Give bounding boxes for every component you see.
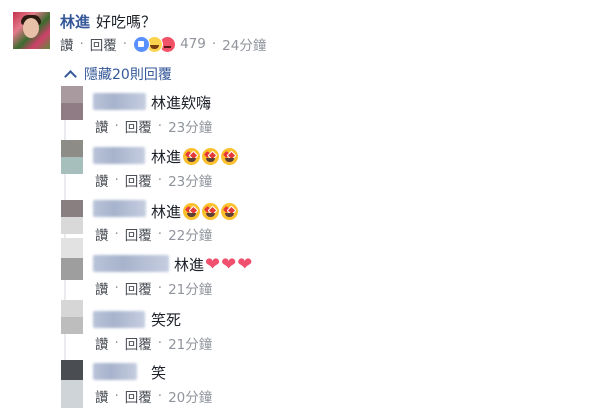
- reply-like-button[interactable]: 讚: [95, 278, 109, 298]
- reply-reply-button[interactable]: 回覆: [125, 386, 152, 406]
- comment-actions: 讚 · 回覆 · 479 · 24分鐘: [60, 34, 266, 54]
- reply-text-row: 林進: [151, 146, 239, 167]
- separator-dot: ·: [157, 226, 163, 242]
- reply-actions: 讚 · 回覆 · 21分鐘: [95, 278, 212, 298]
- reply-text: 笑: [151, 364, 167, 382]
- reply-like-button[interactable]: 讚: [95, 386, 109, 406]
- reply-timestamp[interactable]: 21分鐘: [168, 333, 212, 353]
- hide-replies-toggle[interactable]: 隱藏20則回覆: [64, 64, 172, 84]
- reply-author-redacted[interactable]: [93, 363, 137, 380]
- reply-reply-button[interactable]: 回覆: [125, 170, 152, 190]
- reply-text: 林進: [151, 203, 182, 221]
- like-icon: [133, 35, 151, 53]
- separator-dot: ·: [157, 280, 163, 296]
- comment-body: 林進 好吃嗎？: [60, 11, 156, 32]
- reply-timestamp[interactable]: 22分鐘: [168, 224, 212, 244]
- separator-dot: ·: [122, 36, 128, 52]
- reply-text-row: 林進: [151, 201, 239, 222]
- reply-reply-button[interactable]: 回覆: [125, 224, 152, 244]
- reply-reply-button[interactable]: 回覆: [125, 333, 152, 353]
- separator-dot: ·: [157, 335, 163, 351]
- reply-actions: 讚 · 回覆 · 21分鐘: [95, 333, 212, 353]
- separator-dot: ·: [157, 118, 163, 134]
- separator-dot: ·: [79, 36, 84, 52]
- separator-dot: ·: [114, 226, 119, 242]
- commenter-avatar[interactable]: [13, 12, 50, 49]
- reply-timestamp[interactable]: 20分鐘: [168, 386, 212, 406]
- reply-text: 林進欸嗨: [151, 94, 212, 112]
- reply-actions: 讚 · 回覆 · 23分鐘: [95, 116, 212, 136]
- reply-text-row: 笑: [151, 362, 166, 383]
- reply-timestamp[interactable]: 21分鐘: [168, 278, 212, 298]
- separator-dot: ·: [114, 335, 119, 351]
- reply-text-row: 林進 ❤ ❤ ❤: [174, 254, 252, 275]
- heart-eyes-emoji: [221, 203, 239, 220]
- heart-eyes-emoji: [202, 203, 220, 220]
- red-heart-emoji: ❤: [237, 253, 253, 275]
- reaction-summary[interactable]: [133, 35, 177, 53]
- hide-replies-label: 隱藏20則回覆: [84, 67, 172, 83]
- reply-like-button[interactable]: 讚: [95, 116, 109, 136]
- reply-author-redacted[interactable]: [93, 311, 145, 328]
- reply-button[interactable]: 回覆: [90, 34, 117, 54]
- reply-timestamp[interactable]: 23分鐘: [168, 116, 212, 136]
- reply-author-redacted[interactable]: [93, 200, 146, 217]
- separator-dot: ·: [157, 172, 163, 188]
- reply-like-button[interactable]: 讚: [95, 170, 109, 190]
- reply-timestamp[interactable]: 23分鐘: [168, 170, 212, 190]
- reply-avatar[interactable]: [61, 140, 83, 174]
- separator-dot: ·: [114, 280, 119, 296]
- chevron-up-icon: [64, 69, 77, 83]
- reply-actions: 讚 · 回覆 · 22分鐘: [95, 224, 212, 244]
- reply-author-redacted[interactable]: [93, 255, 169, 272]
- comment-text: 好吃嗎？: [96, 13, 157, 31]
- separator-dot: ·: [114, 118, 119, 134]
- reply-avatar[interactable]: [61, 86, 83, 120]
- reply-avatar[interactable]: [61, 238, 83, 280]
- reply-text: 笑死: [151, 311, 182, 329]
- reply-reply-button[interactable]: 回覆: [125, 116, 152, 136]
- reply-author-redacted[interactable]: [93, 93, 146, 110]
- like-button[interactable]: 讚: [60, 34, 74, 54]
- separator-dot: ·: [157, 388, 163, 404]
- heart-eyes-emoji: [183, 148, 201, 165]
- comment-author[interactable]: 林進: [60, 11, 90, 32]
- separator-dot: ·: [114, 172, 119, 188]
- reaction-count[interactable]: 479: [180, 36, 206, 52]
- reply-author-redacted[interactable]: [93, 147, 145, 164]
- reply-text-row: 林進欸嗨: [151, 92, 211, 113]
- reply-actions: 讚 · 回覆 · 23分鐘: [95, 170, 212, 190]
- reply-avatar[interactable]: [61, 200, 83, 234]
- reply-like-button[interactable]: 讚: [95, 224, 109, 244]
- heart-eyes-emoji: [221, 148, 239, 165]
- reply-actions: 讚 · 回覆 · 20分鐘: [95, 386, 212, 406]
- reply-text: 林進: [174, 256, 205, 274]
- reply-text: 林進: [151, 148, 182, 166]
- red-heart-emoji: ❤: [221, 253, 237, 275]
- reply-text-row: 笑死: [151, 309, 181, 330]
- heart-eyes-emoji: [202, 148, 220, 165]
- separator-dot: ·: [114, 388, 119, 404]
- separator-dot: ·: [211, 36, 217, 52]
- reply-avatar[interactable]: [61, 360, 83, 408]
- reply-avatar[interactable]: [61, 300, 83, 334]
- comment-timestamp[interactable]: 24分鐘: [222, 34, 266, 54]
- reply-like-button[interactable]: 讚: [95, 333, 109, 353]
- red-heart-emoji: ❤: [205, 253, 221, 275]
- reply-reply-button[interactable]: 回覆: [125, 278, 152, 298]
- heart-eyes-emoji: [183, 203, 201, 220]
